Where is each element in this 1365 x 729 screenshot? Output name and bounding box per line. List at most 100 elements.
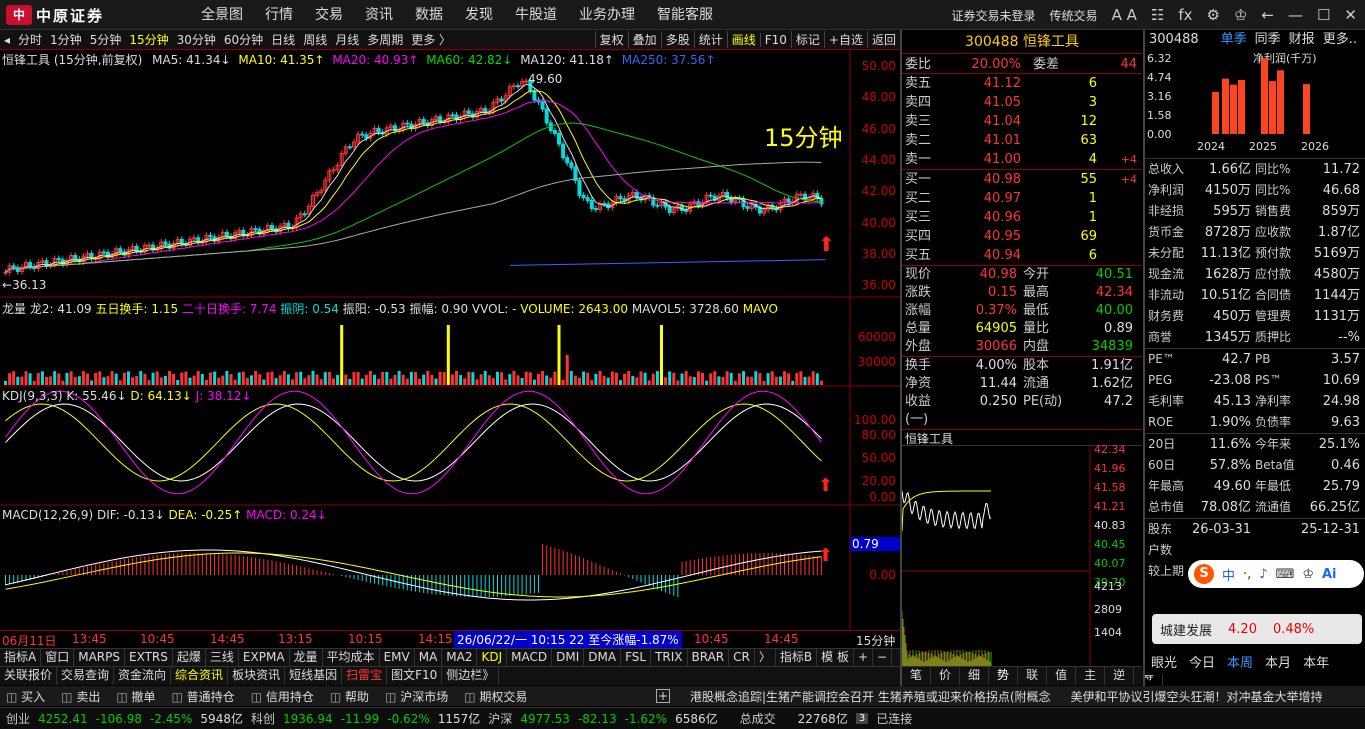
- bottom-cancel-button[interactable]: ◫ 撤单: [116, 688, 155, 705]
- sells-row-2[interactable]: 卖三 41.04 12: [902, 112, 1142, 131]
- top-menu-item-7[interactable]: 业务办理: [568, 0, 646, 30]
- top-menu-item-6[interactable]: 牛股道: [504, 0, 568, 30]
- sells-row-3[interactable]: 卖二 41.01 63: [902, 131, 1142, 150]
- sells-row-0[interactable]: 卖五 41.12 6: [902, 74, 1142, 93]
- info-tabs-0[interactable]: 关联报价: [0, 667, 58, 685]
- buys-row-0[interactable]: 买一 40.98 55 +4: [902, 170, 1142, 189]
- quote.bottom-tabs-3[interactable]: 势: [989, 667, 1019, 685]
- buys-row-1[interactable]: 买二 40.97 1: [902, 189, 1142, 208]
- sidebar-toggle-icon[interactable]: ◂: [0, 33, 14, 47]
- fx-icon[interactable]: fx: [1178, 6, 1192, 24]
- indicator-tabs-10[interactable]: MA: [415, 649, 443, 666]
- indicator-tabs-18[interactable]: BRAR: [688, 649, 730, 666]
- minimize-icon[interactable]: —: [1288, 6, 1303, 24]
- ime-toolbar[interactable]: S 中 ·, ♪ ⌨ ♔ Ai: [1188, 560, 1364, 588]
- top-menu-item-0[interactable]: 全景图: [190, 0, 254, 30]
- indicator-tabs-8[interactable]: 平均成本: [323, 649, 380, 666]
- toolbar-4[interactable]: 画线: [726, 31, 760, 48]
- news-ticker[interactable]: + 港股概念追踪|生猪产能调控会召开 生猪养殖或迎来价格拐点(附概念 美伊和平协…: [650, 686, 1365, 706]
- period-8[interactable]: 月线: [331, 31, 363, 48]
- toolbar-1[interactable]: 叠加: [627, 31, 661, 48]
- right.bottom-tabs-2[interactable]: 本周: [1221, 655, 1259, 675]
- login-status[interactable]: 证券交易未登录: [952, 7, 1036, 24]
- info-tabs-8[interactable]: 侧边栏》: [442, 667, 500, 685]
- toolbar-7[interactable]: +自选: [823, 31, 867, 48]
- period-7[interactable]: 周线: [299, 31, 331, 48]
- indicator-tabs-22[interactable]: 模 板: [817, 649, 854, 666]
- maximize-icon[interactable]: ☐: [1317, 6, 1330, 24]
- info-tabs-2[interactable]: 资金流向: [114, 667, 172, 685]
- right.bottom-tabs-3[interactable]: 本月: [1259, 655, 1297, 675]
- toolbar-8[interactable]: 返回: [866, 31, 900, 48]
- indicator-tabs-23[interactable]: +: [854, 649, 874, 666]
- quote.bottom-tabs-6[interactable]: 主: [1076, 667, 1106, 685]
- bottom-sell-button[interactable]: ◫ 卖出: [61, 688, 100, 705]
- top-menu-item-3[interactable]: 资讯: [354, 0, 404, 30]
- period-2[interactable]: 5分钟: [86, 31, 126, 48]
- info-tabs-3[interactable]: 综合资讯: [171, 667, 229, 685]
- bottom-option-button[interactable]: ◫ 期权交易: [464, 688, 527, 705]
- toolbar-5[interactable]: F10: [759, 32, 791, 47]
- back-arrow-icon[interactable]: ←: [1261, 6, 1274, 24]
- right.bottom-tabs-1[interactable]: 今日: [1183, 655, 1221, 675]
- indicator-tabs-3[interactable]: EXTRS: [125, 649, 173, 666]
- toolbar-3[interactable]: 统计: [693, 31, 727, 48]
- buys-row-4[interactable]: 买五 40.94 6: [902, 246, 1142, 265]
- right.bottom-tabs-0[interactable]: 眼光: [1145, 655, 1183, 675]
- indicator-tabs-16[interactable]: FSL: [621, 649, 652, 666]
- indicator-tabs-7[interactable]: 龙量: [290, 649, 323, 666]
- trade-mode-button[interactable]: 传统交易: [1050, 7, 1098, 24]
- tab-report[interactable]: 财报: [1289, 30, 1315, 50]
- indicator-tabs-9[interactable]: EMV: [380, 649, 415, 666]
- indicator-tabs-12[interactable]: KDJ: [477, 649, 508, 666]
- top-menu-item-1[interactable]: 行情: [254, 0, 304, 30]
- indicator-tabs-15[interactable]: DMA: [584, 649, 622, 666]
- sells-row-4[interactable]: 卖一 41.00 4 +4: [902, 150, 1142, 169]
- ticker-popup[interactable]: 城建发展 4.20 0.48%: [1152, 614, 1362, 644]
- top-menu-item-4[interactable]: 数据: [404, 0, 454, 30]
- tab-more[interactable]: 更多..: [1323, 30, 1357, 50]
- close-icon[interactable]: ✕: [1344, 6, 1357, 24]
- indicator-tabs-11[interactable]: MA2: [442, 649, 478, 666]
- period-9[interactable]: 多周期: [363, 31, 407, 48]
- quote.bottom-tabs-0[interactable]: 笔: [902, 667, 932, 685]
- toolbar-0[interactable]: 复权: [594, 31, 628, 48]
- quote.bottom-tabs-7[interactable]: 逆: [1105, 667, 1135, 685]
- info-tabs-7[interactable]: 图文F10: [387, 667, 443, 685]
- quote.bottom-tabs-2[interactable]: 细: [960, 667, 990, 685]
- indicator-tabs-20[interactable]: 〉: [755, 649, 776, 666]
- top-menu-item-2[interactable]: 交易: [304, 0, 354, 30]
- tab-quarter[interactable]: 单季: [1221, 30, 1247, 50]
- buys-row-2[interactable]: 买三 40.96 1: [902, 208, 1142, 227]
- indicator-tabs-19[interactable]: CR: [729, 649, 755, 666]
- period-3[interactable]: 15分钟: [125, 31, 172, 48]
- indicator-tabs-0[interactable]: 指标A: [0, 649, 42, 666]
- indicator-tabs-13[interactable]: MACD: [507, 649, 553, 666]
- indicator-tabs-5[interactable]: 三线: [206, 649, 239, 666]
- indicator-tabs-17[interactable]: TRIX: [651, 649, 688, 666]
- indicator-tabs-21[interactable]: 指标B: [776, 649, 818, 666]
- buys-row-3[interactable]: 买四 40.95 69: [902, 227, 1142, 246]
- mini-chart[interactable]: [902, 446, 1092, 666]
- info-tabs-1[interactable]: 交易查询: [57, 667, 115, 685]
- indicator-tabs-4[interactable]: 起爆: [173, 649, 206, 666]
- period-4[interactable]: 30分钟: [173, 31, 220, 48]
- indicator-tabs-24[interactable]: −: [873, 649, 893, 666]
- indicator-tabs-6[interactable]: EXPMA: [239, 649, 290, 666]
- info-tabs-5[interactable]: 短线基因: [285, 667, 343, 685]
- indicator-tabs-1[interactable]: 窗口: [41, 649, 75, 666]
- toolbar-6[interactable]: 标记: [790, 31, 824, 48]
- info-tabs-4[interactable]: 板块资讯: [228, 667, 286, 685]
- toolbar-2[interactable]: 多股: [660, 31, 694, 48]
- bottom-buy-button[interactable]: ◫ 买入: [6, 688, 45, 705]
- quote.bottom-tabs-5[interactable]: 值: [1047, 667, 1077, 685]
- quote.bottom-tabs-4[interactable]: 联: [1018, 667, 1048, 685]
- top-menu-item-5[interactable]: 发现: [454, 0, 504, 30]
- tab-same-quarter[interactable]: 同季: [1255, 30, 1281, 50]
- bottom-position-button[interactable]: ◫ 普通持仓: [172, 688, 235, 705]
- top-menu-item-8[interactable]: 智能客服: [646, 0, 724, 30]
- bottom-market-button[interactable]: ◫ 沪深市场: [385, 688, 448, 705]
- period-6[interactable]: 日线: [267, 31, 299, 48]
- indicator-tabs-14[interactable]: DMI: [552, 649, 585, 666]
- sells-row-1[interactable]: 卖四 41.05 3: [902, 93, 1142, 112]
